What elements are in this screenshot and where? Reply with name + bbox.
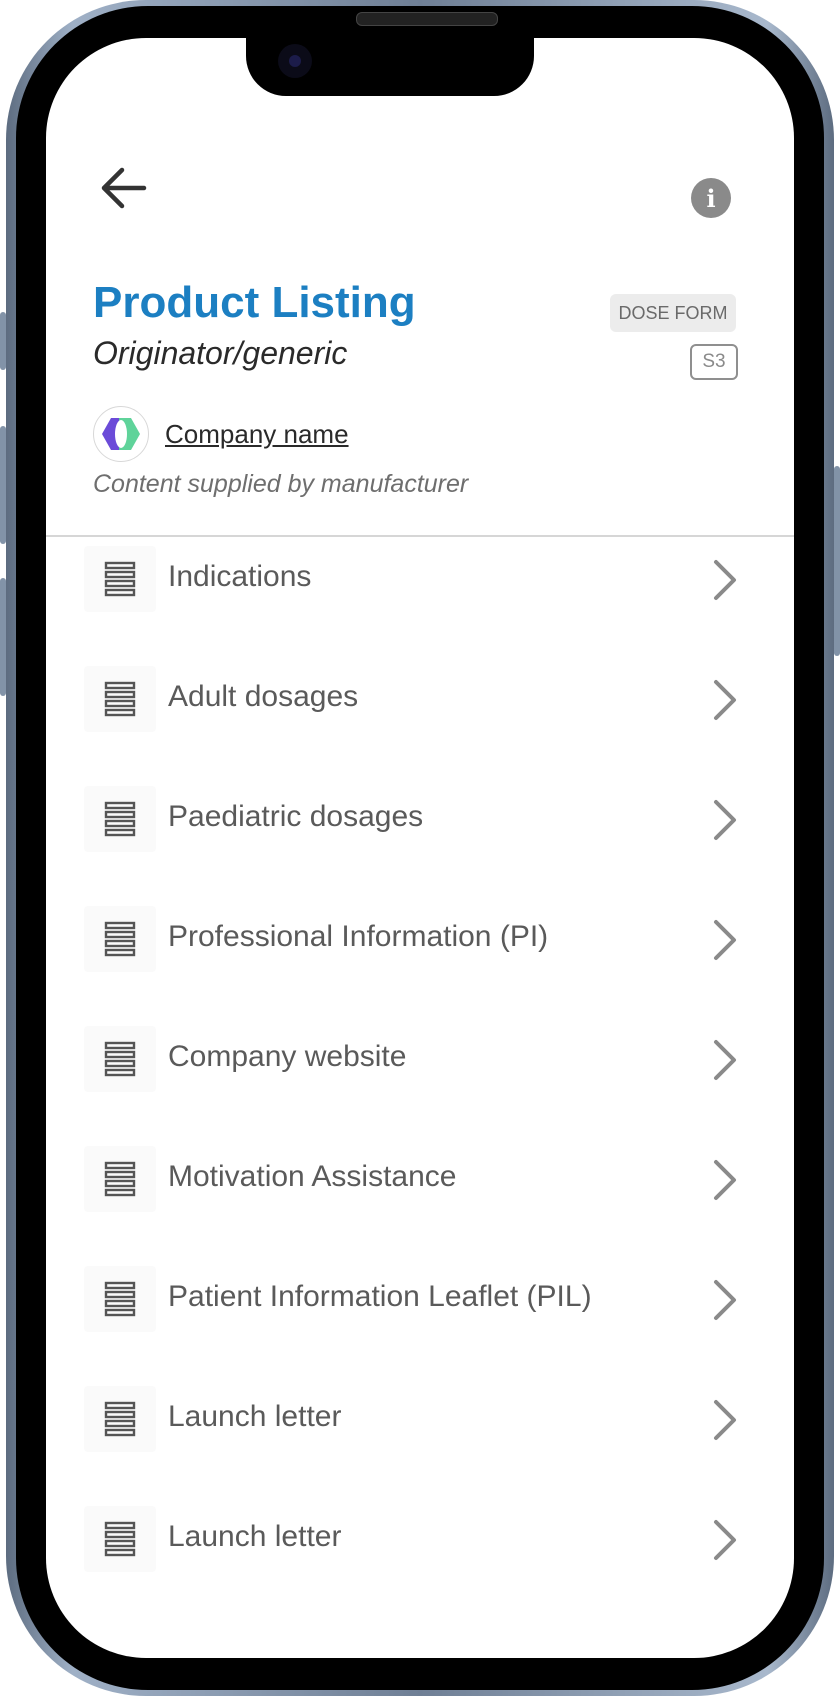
document-stack-icon bbox=[84, 1506, 156, 1572]
menu-item-label: Adult dosages bbox=[168, 680, 359, 713]
company-row: Company name bbox=[93, 406, 349, 462]
dose-form-badge: DOSE FORM bbox=[610, 294, 736, 332]
menu-item[interactable]: Indications bbox=[84, 546, 740, 616]
back-button[interactable] bbox=[94, 158, 154, 218]
chevron-right-icon bbox=[710, 1398, 740, 1442]
document-stack-icon bbox=[84, 546, 156, 612]
menu-item[interactable]: Launch letter bbox=[84, 1386, 740, 1456]
document-stack-icon bbox=[84, 1266, 156, 1332]
chevron-right-icon bbox=[710, 918, 740, 962]
document-stack-icon bbox=[84, 1026, 156, 1092]
chevron-right-icon bbox=[710, 558, 740, 602]
chevron-right-icon bbox=[710, 1158, 740, 1202]
menu-item[interactable]: Company website bbox=[84, 1026, 740, 1096]
menu-item-label: Company website bbox=[168, 1040, 407, 1073]
company-logo bbox=[93, 406, 149, 462]
menu-item[interactable]: Motivation Assistance bbox=[84, 1146, 740, 1216]
menu-item-label: Indications bbox=[168, 560, 312, 593]
info-icon: i bbox=[706, 183, 716, 213]
chevron-right-icon bbox=[710, 1278, 740, 1322]
menu-item-label: Motivation Assistance bbox=[168, 1160, 457, 1193]
menu-item-label: Patient Information Leaflet (PIL) bbox=[168, 1280, 592, 1313]
document-stack-icon bbox=[84, 786, 156, 852]
volume-up-button bbox=[0, 426, 6, 544]
earpiece-speaker bbox=[356, 12, 498, 26]
menu-item-label: Launch letter bbox=[168, 1400, 342, 1433]
volume-down-button bbox=[0, 578, 6, 696]
chevron-right-icon bbox=[710, 1518, 740, 1562]
chevron-right-icon bbox=[710, 1038, 740, 1082]
menu-item-label: Professional Information (PI) bbox=[168, 920, 549, 953]
display-notch bbox=[246, 38, 534, 96]
app-screen: i Product Listing Originator/generic DOS… bbox=[46, 38, 794, 1658]
menu-item[interactable]: Paediatric dosages bbox=[84, 786, 740, 856]
chevron-right-icon bbox=[710, 798, 740, 842]
menu-item[interactable]: Professional Information (PI) bbox=[84, 906, 740, 976]
front-camera bbox=[278, 44, 312, 78]
document-stack-icon bbox=[84, 666, 156, 732]
schedule-badge: S3 bbox=[690, 344, 738, 380]
document-stack-icon bbox=[84, 906, 156, 972]
company-logo-icon bbox=[102, 418, 140, 450]
chevron-right-icon bbox=[710, 678, 740, 722]
power-button bbox=[834, 466, 840, 656]
menu-item[interactable]: Patient Information Leaflet (PIL) bbox=[84, 1266, 740, 1336]
mute-switch bbox=[0, 312, 6, 370]
company-name-link[interactable]: Company name bbox=[165, 419, 349, 450]
menu-item[interactable]: Launch letter bbox=[84, 1506, 740, 1576]
section-divider bbox=[46, 535, 794, 537]
document-stack-icon bbox=[84, 1146, 156, 1212]
page-title: Product Listing bbox=[93, 278, 416, 327]
supplied-by-note: Content supplied by manufacturer bbox=[93, 470, 469, 498]
arrow-left-icon bbox=[101, 167, 147, 209]
info-button[interactable]: i bbox=[691, 178, 731, 218]
menu-item[interactable]: Adult dosages bbox=[84, 666, 740, 736]
document-stack-icon bbox=[84, 1386, 156, 1452]
product-subtitle: Originator/generic bbox=[93, 335, 348, 371]
menu-item-label: Paediatric dosages bbox=[168, 800, 424, 833]
menu-item-label: Launch letter bbox=[168, 1520, 342, 1553]
